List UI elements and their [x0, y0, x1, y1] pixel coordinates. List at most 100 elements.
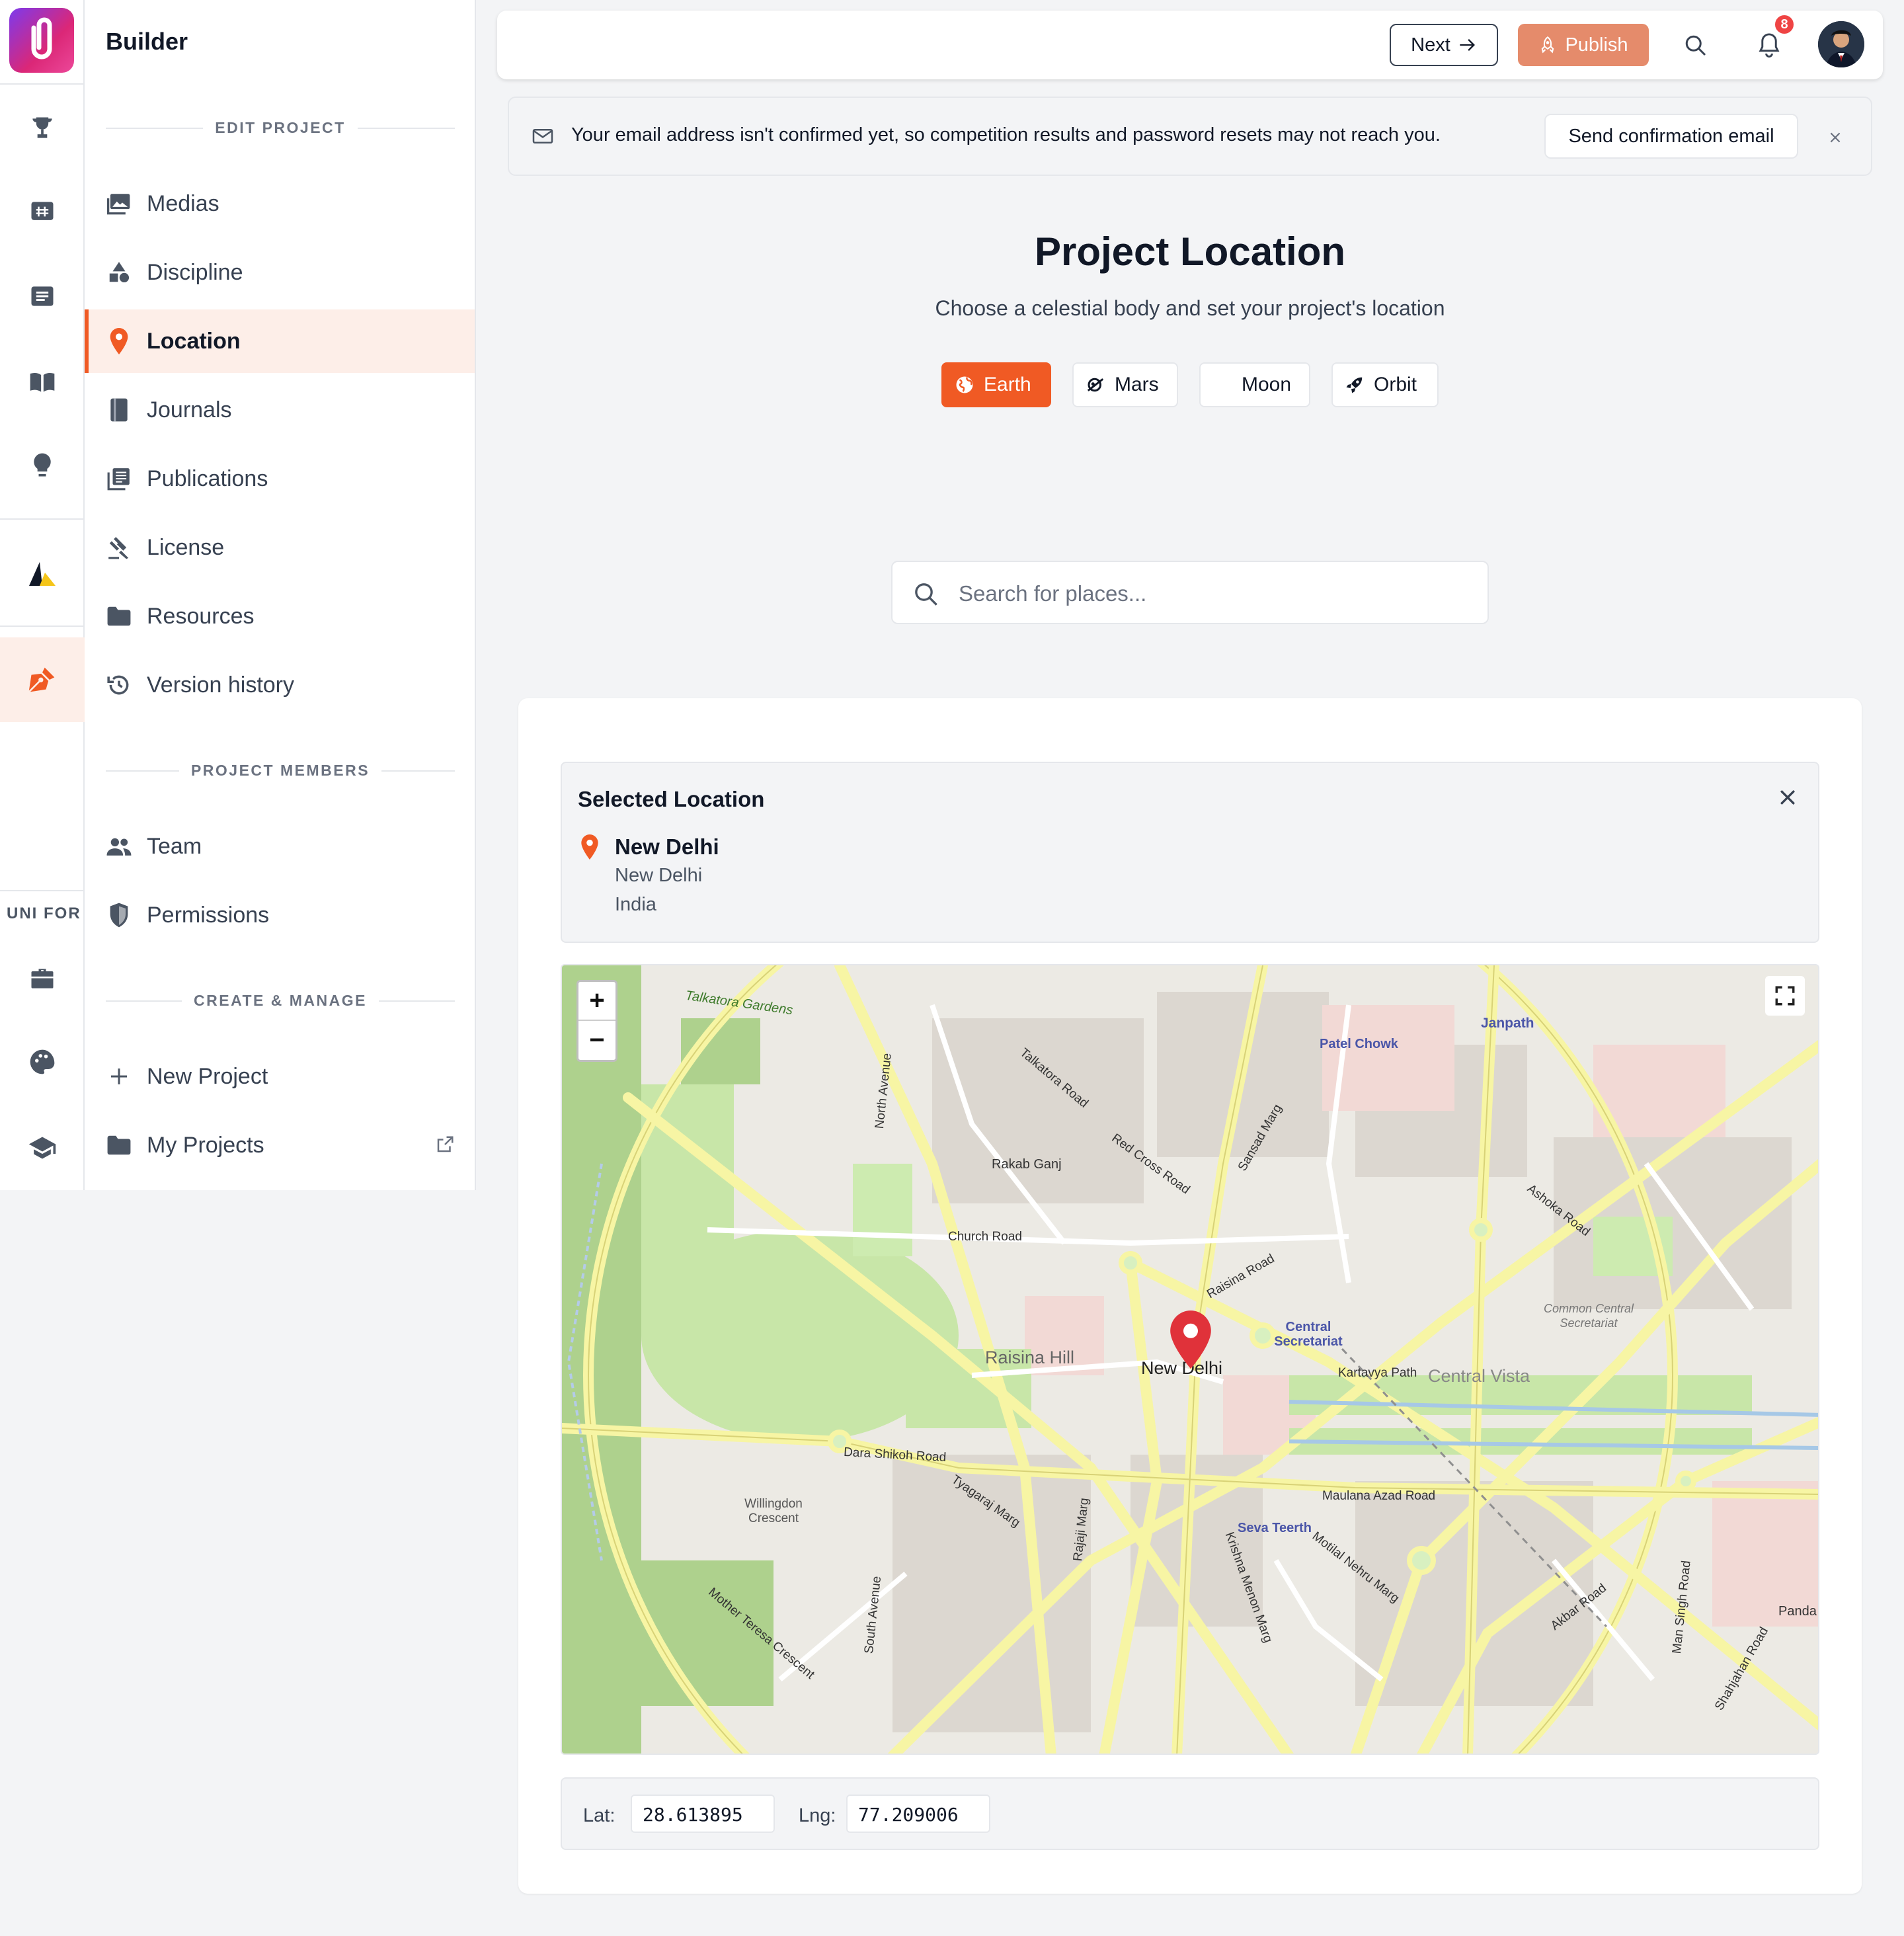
hashtag-board-icon[interactable]: [22, 192, 62, 231]
send-confirmation-button[interactable]: Send confirmation email: [1544, 114, 1798, 159]
moon-icon: [1216, 376, 1225, 393]
rail-divider: [0, 625, 85, 627]
body-moon-button[interactable]: Moon: [1199, 362, 1310, 407]
graduation-cap-icon[interactable]: [22, 1128, 62, 1168]
app-logo[interactable]: [9, 8, 74, 73]
map-label: Kartavya Path: [1338, 1366, 1417, 1380]
article-icon[interactable]: [22, 276, 62, 316]
nav-resources[interactable]: Resources: [85, 585, 475, 648]
pen-tool-icon[interactable]: [22, 660, 62, 700]
zoom-in-button[interactable]: +: [578, 982, 615, 1021]
section-project-members: PROJECT MEMBERS: [106, 762, 455, 780]
shapes-icon: [104, 258, 134, 287]
page-subtitle: Choose a celestial body and set your pro…: [935, 296, 1445, 320]
external-link-icon: [435, 1135, 455, 1154]
book-icon[interactable]: [22, 362, 62, 402]
images-icon: [104, 189, 134, 218]
palette-icon[interactable]: [22, 1042, 62, 1082]
arrow-right-icon: [1460, 39, 1475, 51]
lightbulb-icon[interactable]: [22, 446, 62, 485]
rail-divider: [0, 890, 85, 891]
longitude-label: Lng:: [799, 1805, 836, 1826]
page-title: Project Location: [1034, 229, 1346, 274]
gavel-icon: [104, 533, 134, 562]
history-icon: [104, 670, 134, 700]
latitude-label: Lat:: [583, 1805, 615, 1826]
location-country: India: [615, 894, 656, 915]
notification-badge: 8: [1773, 13, 1796, 36]
map-label: Patel Chowk: [1320, 1037, 1398, 1051]
folder-icon: [104, 602, 134, 631]
triangle-logo-icon[interactable]: [22, 554, 62, 594]
journal-icon: [104, 395, 134, 424]
map-marker-icon: [1170, 1311, 1211, 1369]
email-confirmation-alert: Your email address isn't confirmed yet, …: [508, 97, 1872, 176]
nav-team[interactable]: Team: [85, 815, 475, 878]
top-bar: Next Publish 8: [497, 11, 1883, 79]
nav-my-projects[interactable]: My Projects: [85, 1113, 475, 1177]
map-label: Raisina Hill: [985, 1348, 1075, 1367]
section-create-manage: CREATE & MANAGE: [106, 992, 455, 1010]
next-button[interactable]: Next: [1390, 24, 1498, 66]
mail-icon: [532, 128, 553, 144]
planet-icon: [1087, 378, 1104, 392]
map-pin-icon: [581, 834, 598, 860]
shield-icon: [104, 901, 134, 930]
map-label: Rakab Ganj: [992, 1157, 1062, 1172]
body-earth-button[interactable]: Earth: [941, 362, 1051, 407]
icon-rail: UNI FOR: [0, 0, 85, 1190]
avatar[interactable]: [1818, 21, 1864, 67]
rail-section-label: UNI FOR: [7, 905, 81, 922]
body-mars-button[interactable]: Mars: [1072, 362, 1178, 407]
zoom-control: + −: [576, 980, 617, 1062]
brand-title: Builder: [106, 28, 188, 55]
map-label: Maulana Azad Road: [1322, 1489, 1436, 1503]
selected-location-heading: Selected Location: [578, 787, 765, 811]
briefcase-icon[interactable]: [22, 959, 62, 998]
map-label: Central Secretariat: [1274, 1320, 1343, 1349]
map-label: Church Road: [948, 1230, 1022, 1244]
map-label: Common Central Secretariat: [1543, 1302, 1634, 1330]
map-label: Willingdon Crescent: [744, 1497, 803, 1525]
map-pin-icon: [104, 327, 134, 356]
map-label: Central Vista: [1428, 1366, 1530, 1386]
plus-icon: [104, 1062, 134, 1091]
nav-discipline[interactable]: Discipline: [85, 241, 475, 304]
map-label: Janpath: [1481, 1016, 1534, 1031]
nav-publications[interactable]: Publications: [85, 447, 475, 510]
rail-divider: [0, 518, 85, 520]
coordinates-bar: Lat: 28.613895 Lng: 77.209006: [561, 1777, 1819, 1850]
map-label: Panda: [1778, 1604, 1817, 1619]
latitude-field[interactable]: 28.613895: [631, 1795, 775, 1833]
clear-location-icon[interactable]: [1774, 784, 1801, 811]
publications-icon: [104, 464, 134, 493]
trophy-icon[interactable]: [22, 108, 62, 148]
nav-medias[interactable]: Medias: [85, 172, 475, 235]
location-name: New Delhi: [615, 834, 719, 859]
nav-journals[interactable]: Journals: [85, 378, 475, 442]
fullscreen-icon[interactable]: [1765, 976, 1805, 1016]
nav-version-history[interactable]: Version history: [85, 653, 475, 717]
search-icon[interactable]: [1678, 28, 1712, 62]
location-card: Selected Location New Delhi New Delhi In…: [518, 698, 1862, 1894]
map-view[interactable]: Talkatora Gardens Rakab Ganj Church Road…: [561, 964, 1819, 1755]
location-region: New Delhi: [615, 865, 703, 886]
close-icon[interactable]: [1823, 126, 1847, 149]
search-input[interactable]: [959, 575, 1474, 612]
longitude-field[interactable]: 77.209006: [846, 1795, 990, 1833]
section-edit-project: EDIT PROJECT: [106, 119, 456, 137]
place-search: [891, 561, 1489, 624]
rocket-icon: [1346, 377, 1363, 393]
nav-license[interactable]: License: [85, 516, 475, 579]
folder-icon: [104, 1131, 134, 1160]
body-orbit-button[interactable]: Orbit: [1331, 362, 1439, 407]
search-icon: [915, 583, 937, 606]
nav-location[interactable]: Location: [85, 309, 475, 373]
globe-icon: [956, 376, 973, 393]
nav-new-project[interactable]: New Project: [85, 1045, 475, 1108]
zoom-out-button[interactable]: −: [578, 1021, 615, 1060]
publish-button[interactable]: Publish: [1518, 24, 1649, 66]
rail-divider: [0, 83, 85, 85]
nav-permissions[interactable]: Permissions: [85, 883, 475, 947]
alert-message: Your email address isn't confirmed yet, …: [571, 124, 1441, 145]
